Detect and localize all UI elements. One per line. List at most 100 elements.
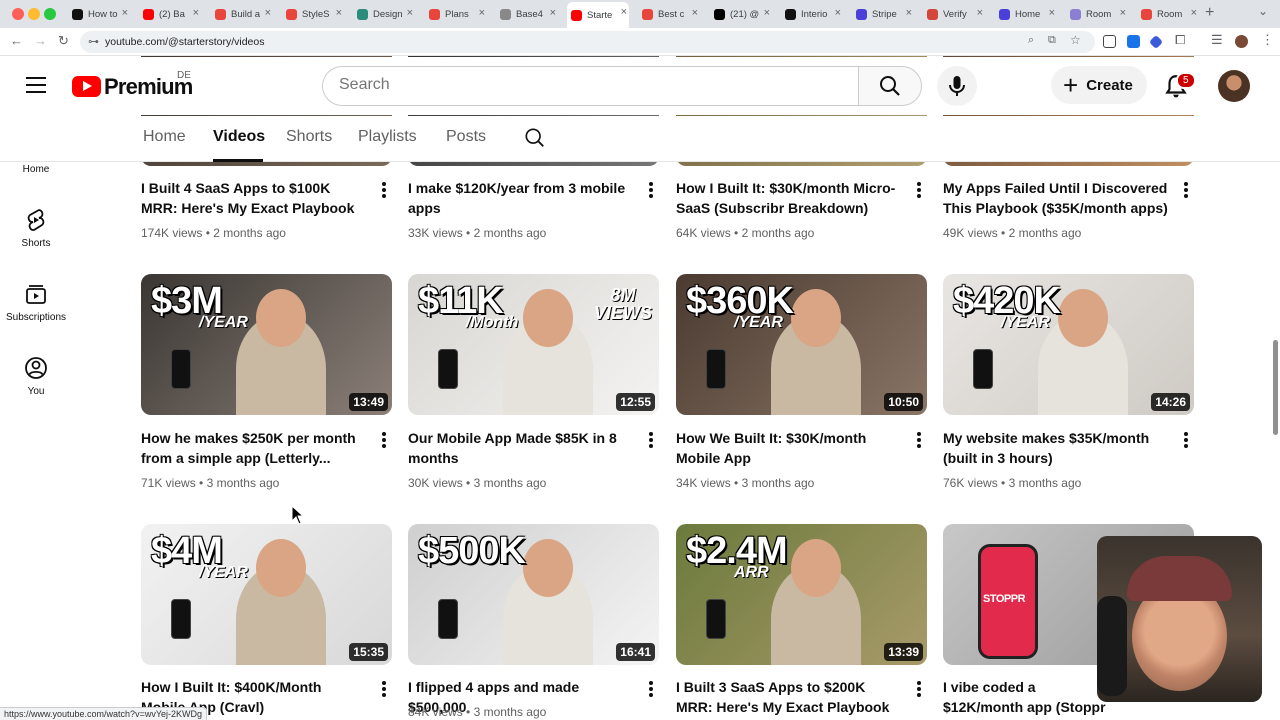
browser-tab[interactable]: Starte ×	[567, 2, 629, 28]
browser-tab[interactable]: How to ×	[68, 3, 130, 25]
zoom-icon[interactable]: ⌕	[1028, 34, 1034, 47]
tab-close-icon[interactable]: ×	[336, 7, 342, 19]
voice-search-button[interactable]	[937, 66, 977, 106]
browser-tab[interactable]: Stripe ×	[852, 3, 914, 25]
site-info-icon[interactable]: ⊶	[88, 35, 99, 48]
maximize-window-button[interactable]	[44, 8, 56, 20]
video-title[interactable]: Our Mobile App Made $85K in 8 months	[408, 428, 636, 468]
reading-list-icon[interactable]: ☰	[1211, 32, 1223, 48]
search-input[interactable]	[339, 76, 819, 94]
video-more-icon[interactable]	[912, 679, 926, 699]
tab-home[interactable]: Home	[143, 128, 186, 146]
video-more-icon[interactable]	[912, 430, 926, 450]
video-thumbnail[interactable]: $4M/YEAR 15:35	[141, 524, 392, 665]
browser-tab[interactable]: Verify ×	[923, 3, 985, 25]
tab-close-icon[interactable]: ×	[193, 7, 199, 19]
install-app-icon[interactable]: ⧉	[1048, 34, 1056, 47]
video-thumbnail[interactable]: $420K/YEAR 14:26	[943, 274, 1194, 415]
video-thumbnail[interactable]: $2.4M ARR 13:39	[676, 524, 927, 665]
reload-button[interactable]: ↻	[58, 33, 69, 49]
video-title[interactable]: My website makes $35K/month (built in 3 …	[943, 428, 1171, 468]
rail-item-shorts[interactable]: Shorts	[0, 208, 72, 249]
tab-search-icon[interactable]: ⌄	[1258, 4, 1268, 18]
tab-close-icon[interactable]: ×	[122, 7, 128, 19]
tab-close-icon[interactable]: ×	[1191, 7, 1197, 19]
tab-close-icon[interactable]: ×	[835, 7, 841, 19]
tab-close-icon[interactable]: ×	[265, 7, 271, 19]
browser-tab[interactable]: StyleS ×	[282, 3, 344, 25]
video-meta: 49K views • 2 months ago	[943, 226, 1081, 240]
video-more-icon[interactable]	[377, 430, 391, 450]
tab-close-icon[interactable]: ×	[977, 7, 983, 19]
rail-item-you[interactable]: You	[0, 356, 72, 397]
tab-shorts[interactable]: Shorts	[286, 128, 332, 146]
youtube-logo-icon[interactable]	[72, 76, 101, 97]
address-bar[interactable]: ⊶ youtube.com/@starterstory/videos ⌕ ⧉ ☆	[80, 31, 1095, 53]
browser-tab[interactable]: Base4 ×	[496, 3, 558, 25]
browser-tab[interactable]: Room ×	[1066, 3, 1128, 25]
video-title[interactable]: I vibe coded a $12K/month app (Stoppr Br…	[943, 677, 1118, 717]
close-window-button[interactable]	[12, 8, 24, 20]
video-thumbnail[interactable]: $3M/YEAR 13:49	[141, 274, 392, 415]
video-title[interactable]: How We Built It: $30K/month Mobile App	[676, 428, 904, 468]
extensions-puzzle-icon[interactable]: ⧠	[1175, 32, 1185, 48]
account-avatar[interactable]	[1218, 70, 1250, 102]
rail-item-subscriptions[interactable]: Subscriptions	[0, 282, 72, 323]
browser-tab[interactable]: Design ×	[353, 3, 415, 25]
browser-tab[interactable]: Best c ×	[638, 3, 700, 25]
channel-search-icon[interactable]	[524, 127, 546, 149]
tab-close-icon[interactable]: ×	[692, 7, 698, 19]
video-title[interactable]: How I Built It: $30K/month Micro-SaaS (S…	[676, 178, 904, 218]
new-tab-button[interactable]: +	[1205, 4, 1214, 22]
video-title[interactable]: How he makes $250K per month from a simp…	[141, 428, 369, 468]
video-more-icon[interactable]	[1179, 430, 1193, 450]
menu-icon[interactable]	[26, 77, 46, 93]
browser-tab[interactable]: Interio ×	[781, 3, 843, 25]
video-thumbnail[interactable]: $11K/Month 8M VIEWS 12:55	[408, 274, 659, 415]
tab-playlists[interactable]: Playlists	[358, 128, 417, 146]
tab-close-icon[interactable]: ×	[407, 7, 413, 19]
browser-tab[interactable]: (2) Ba ×	[139, 3, 201, 25]
video-more-icon[interactable]	[377, 180, 391, 200]
profile-avatar-icon[interactable]	[1235, 35, 1248, 48]
video-more-icon[interactable]	[377, 679, 391, 699]
tab-title: Starte	[587, 9, 613, 21]
back-button[interactable]: ←	[10, 33, 23, 48]
browser-tab[interactable]: Build a ×	[211, 3, 273, 25]
browser-menu-icon[interactable]: ⋮	[1261, 32, 1274, 48]
browser-tab[interactable]: (21) @ ×	[710, 3, 772, 25]
tab-close-icon[interactable]: ×	[550, 7, 556, 19]
page-scrollbar[interactable]	[1273, 340, 1278, 435]
tag-extension-icon[interactable]	[1148, 34, 1164, 50]
search-box[interactable]	[322, 66, 859, 106]
tab-posts[interactable]: Posts	[446, 128, 486, 146]
forward-button[interactable]: →	[34, 33, 47, 48]
search-button[interactable]	[858, 66, 922, 106]
browser-tab[interactable]: Room ×	[1137, 3, 1199, 25]
browser-tab[interactable]: Home ×	[995, 3, 1057, 25]
video-more-icon[interactable]	[644, 430, 658, 450]
tab-close-icon[interactable]: ×	[1120, 7, 1126, 19]
create-button[interactable]: + Create	[1051, 66, 1147, 104]
screenshot-extension-icon[interactable]	[1103, 35, 1116, 48]
video-thumbnail[interactable]: $360K/YEAR 10:50	[676, 274, 927, 415]
video-thumbnail[interactable]: $500K 16:41	[408, 524, 659, 665]
video-more-icon[interactable]	[644, 180, 658, 200]
tab-close-icon[interactable]: ×	[479, 7, 485, 19]
tab-close-icon[interactable]: ×	[621, 6, 627, 18]
video-title[interactable]: My Apps Failed Until I Discovered This P…	[943, 178, 1171, 218]
tab-videos[interactable]: Videos	[213, 128, 265, 146]
video-title[interactable]: I Built 3 SaaS Apps to $200K MRR: Here's…	[676, 677, 904, 717]
video-more-icon[interactable]	[1179, 180, 1193, 200]
video-more-icon[interactable]	[912, 180, 926, 200]
minimize-window-button[interactable]	[28, 8, 40, 20]
tab-close-icon[interactable]: ×	[906, 7, 912, 19]
browser-tab[interactable]: Plans ×	[425, 3, 487, 25]
tab-close-icon[interactable]: ×	[764, 7, 770, 19]
video-title[interactable]: I make $120K/year from 3 mobile apps	[408, 178, 636, 218]
translate-extension-icon[interactable]	[1127, 35, 1140, 48]
video-title[interactable]: I Built 4 SaaS Apps to $100K MRR: Here's…	[141, 178, 369, 218]
tab-close-icon[interactable]: ×	[1049, 7, 1055, 19]
bookmark-star-icon[interactable]: ☆	[1070, 33, 1081, 47]
video-more-icon[interactable]	[644, 679, 658, 699]
